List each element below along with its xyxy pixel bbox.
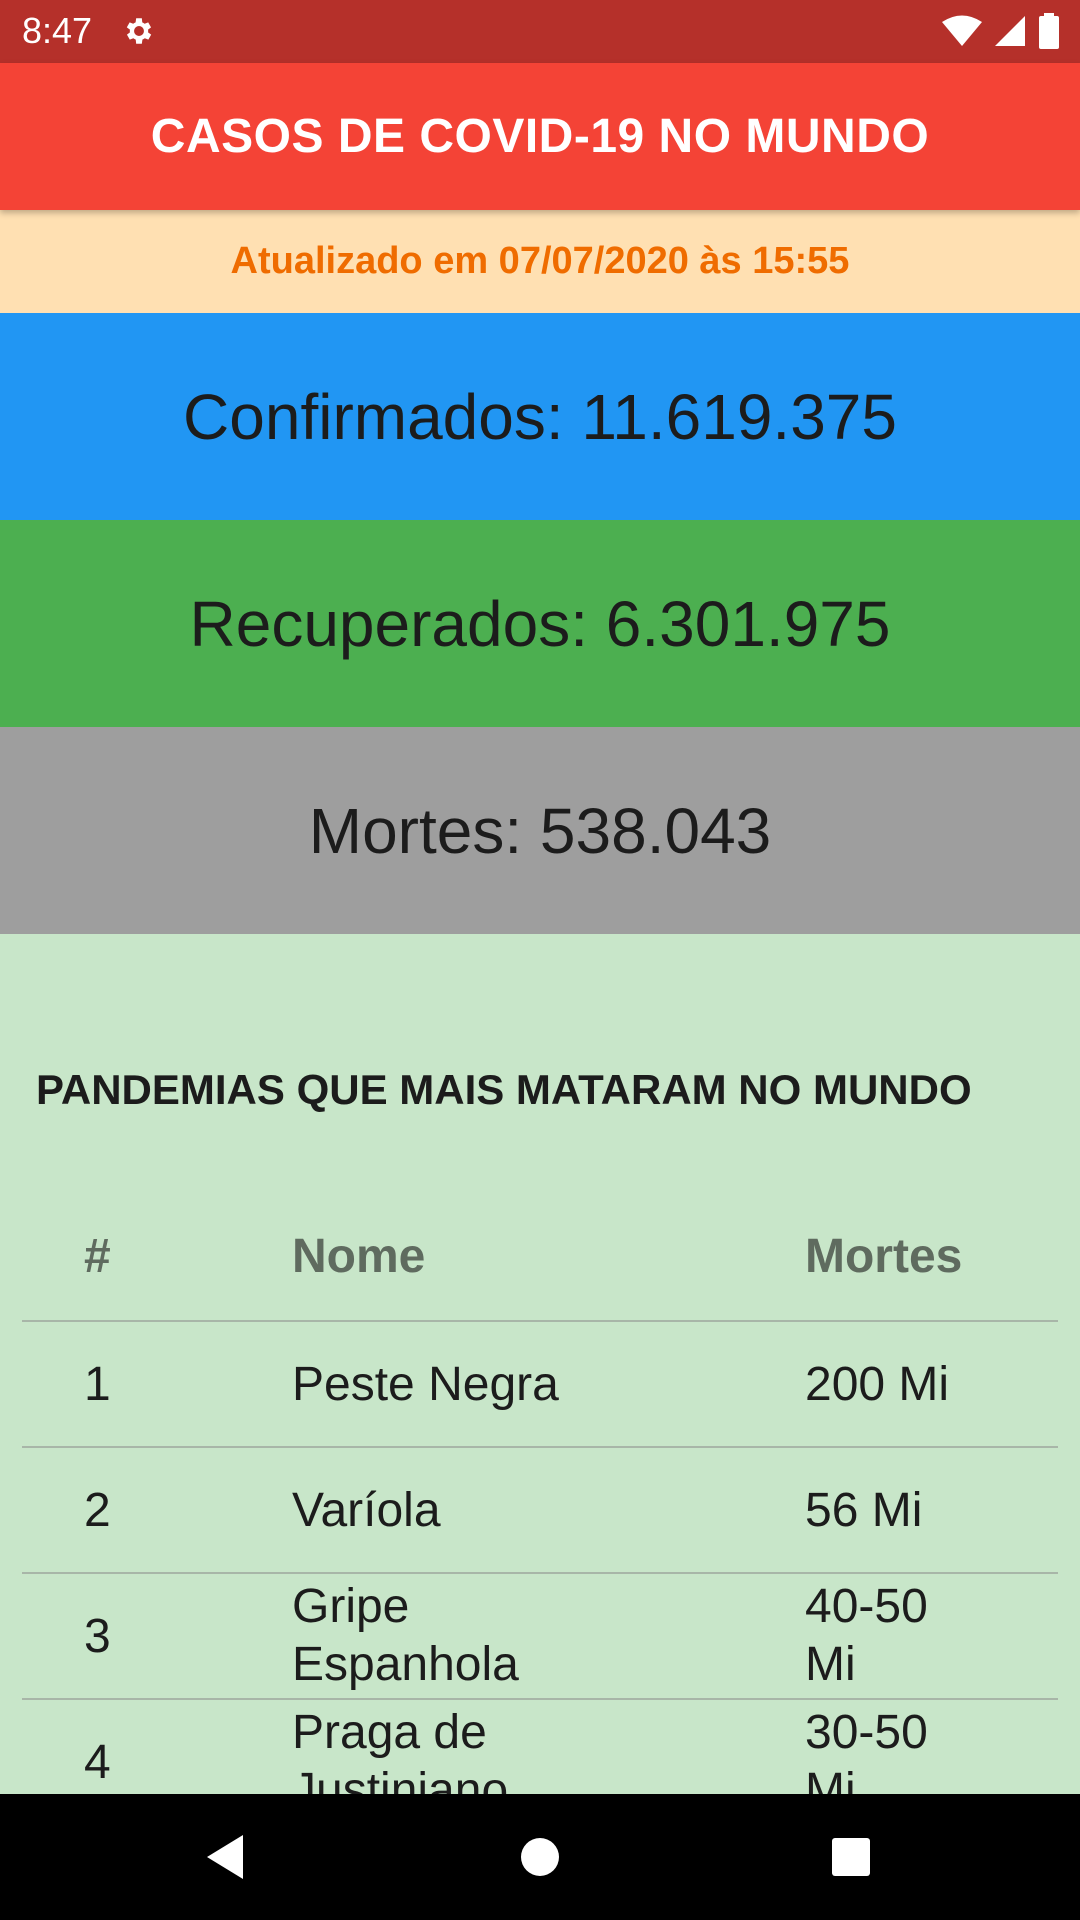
table-row: 1 Peste Negra 200 Mi [22, 1322, 1058, 1448]
updated-banner: Atualizado em 07/07/2020 às 15:55 [0, 210, 1080, 313]
column-header-deaths: Mortes [805, 1230, 963, 1283]
navigation-bar [0, 1794, 1080, 1920]
confirmed-cases-panel: Confirmados: 11.619.375 [0, 313, 1080, 520]
status-bar: 8:47 [0, 0, 1080, 63]
pandemics-section-title: PANDEMIAS QUE MAIS MATARAM NO MUNDO [36, 1066, 972, 1113]
row-name: Gripe Espanhola [292, 1580, 519, 1691]
app-bar: CASOS DE COVID-19 NO MUNDO [0, 63, 1080, 210]
signal-icon [995, 16, 1025, 46]
battery-icon [1039, 13, 1059, 49]
row-name: Peste Negra [292, 1358, 559, 1411]
confirmed-cases-label: Confirmados: 11.619.375 [183, 380, 897, 453]
recovered-cases-label: Recuperados: 6.301.975 [189, 587, 891, 660]
column-header-number: # [84, 1230, 111, 1283]
row-number: 2 [84, 1484, 111, 1537]
table-row: 2 Varíola 56 Mi [22, 1448, 1058, 1574]
deaths-label: Mortes: 538.043 [308, 794, 772, 867]
pandemics-table: # Nome Mortes 1 Peste Negra 200 Mi 2 Var… [22, 1192, 1058, 1826]
home-icon[interactable] [519, 1834, 561, 1880]
table-row: 3 Gripe Espanhola 40-50 Mi [22, 1574, 1058, 1700]
gear-icon [126, 18, 152, 44]
row-number: 3 [84, 1610, 111, 1663]
recovered-cases-panel: Recuperados: 6.301.975 [0, 520, 1080, 727]
column-header-name: Nome [292, 1230, 426, 1283]
app-title: CASOS DE COVID-19 NO MUNDO [150, 110, 930, 163]
status-time: 8:47 [22, 10, 93, 51]
row-deaths: 56 Mi [805, 1484, 923, 1537]
row-name: Varíola [292, 1484, 441, 1537]
recents-icon[interactable] [830, 1834, 872, 1880]
row-number: 4 [84, 1736, 111, 1789]
deaths-panel: Mortes: 538.043 [0, 727, 1080, 934]
updated-timestamp: Atualizado em 07/07/2020 às 15:55 [230, 240, 850, 282]
table-header: # Nome Mortes [22, 1192, 1058, 1322]
wifi-icon [942, 15, 982, 46]
row-deaths: 200 Mi [805, 1358, 950, 1411]
row-deaths: 40-50 Mi [805, 1580, 928, 1691]
back-icon[interactable] [205, 1834, 245, 1880]
row-number: 1 [84, 1358, 111, 1411]
